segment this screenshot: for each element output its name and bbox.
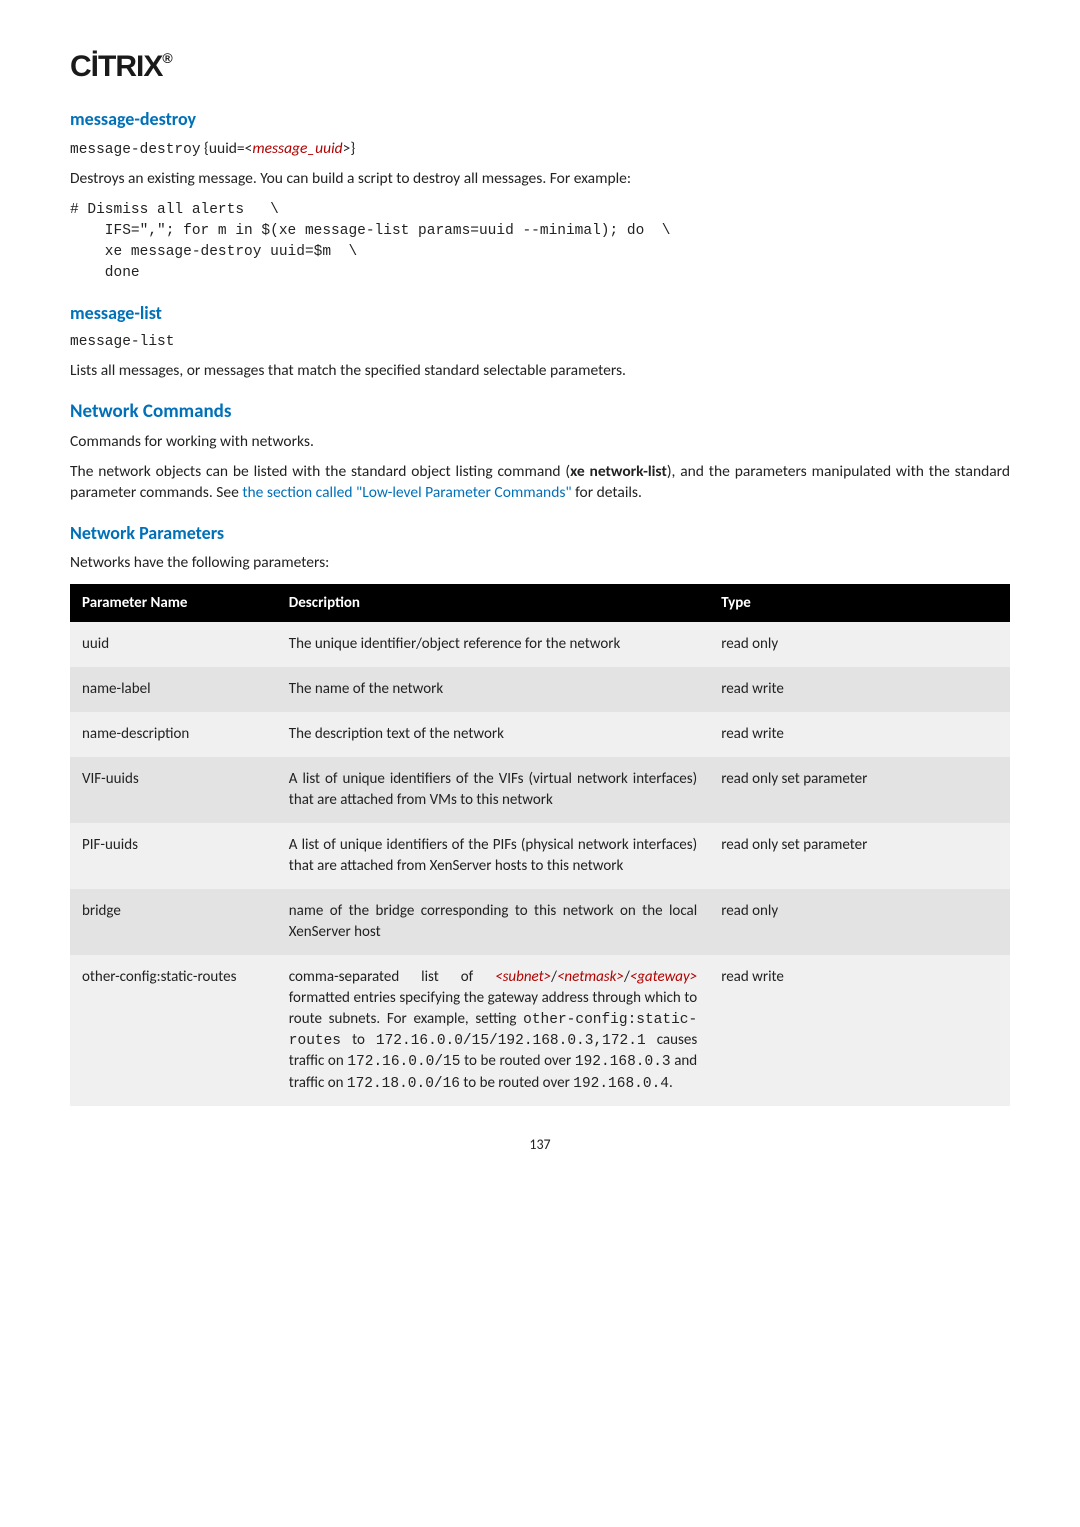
cell-desc: The unique identifier/object reference f… (277, 622, 709, 667)
page-container: CİTRIX® message-destroy message-destroy … (0, 0, 1080, 1183)
cell-name: VIF-uuids (70, 757, 277, 823)
table-row: bridge name of the bridge corresponding … (70, 889, 1010, 955)
network-commands-description: Commands for working with networks. (70, 431, 1010, 453)
message-destroy-codeblock: # Dismiss all alerts \ IFS=","; for m in… (70, 200, 1010, 284)
header-type: Type (709, 584, 1010, 622)
message-list-command: message-list (70, 332, 1010, 352)
page-number: 137 (70, 1136, 1010, 1153)
cell-desc: A list of unique identifiers of the VIFs… (277, 757, 709, 823)
table-row: PIF-uuids A list of unique identifiers o… (70, 823, 1010, 889)
table-row: name-label The name of the network read … (70, 667, 1010, 712)
cell-type: read only set parameter (709, 757, 1010, 823)
cell-type: read only (709, 622, 1010, 667)
cell-name: PIF-uuids (70, 823, 277, 889)
table-row: uuid The unique identifier/object refere… (70, 622, 1010, 667)
param-netmask: <netmask> (557, 968, 624, 986)
cell-type: read write (709, 955, 1010, 1106)
cell-name: uuid (70, 622, 277, 667)
cell-type: read write (709, 712, 1010, 757)
bold-xe-network-list: xe network-list (570, 462, 667, 481)
cell-name: other-config:static-routes (70, 955, 277, 1106)
table-row: name-description The description text of… (70, 712, 1010, 757)
network-parameters-table: Parameter Name Description Type uuid The… (70, 584, 1010, 1106)
table-row: VIF-uuids A list of unique identifiers o… (70, 757, 1010, 823)
network-parameters-description: Networks have the following parameters: (70, 552, 1010, 574)
message-list-description: Lists all messages, or messages that mat… (70, 360, 1010, 382)
heading-network-commands: Network Commands (70, 400, 1010, 423)
cell-type: read write (709, 667, 1010, 712)
heading-message-destroy: message-destroy (70, 108, 1010, 130)
message-destroy-description: Destroys an existing message. You can bu… (70, 168, 1010, 190)
header-description: Description (277, 584, 709, 622)
cell-desc: name of the bridge corresponding to this… (277, 889, 709, 955)
param-gateway: <gateway> (630, 968, 697, 986)
cmd-text: message-destroy (70, 142, 201, 158)
cell-type: read only set parameter (709, 823, 1010, 889)
cell-desc: The name of the network (277, 667, 709, 712)
link-low-level-parameter-commands[interactable]: the section called "Low-level Parameter … (242, 483, 571, 502)
cell-name: name-label (70, 667, 277, 712)
cell-desc: The description text of the network (277, 712, 709, 757)
cell-type: read only (709, 889, 1010, 955)
table-header-row: Parameter Name Description Type (70, 584, 1010, 622)
logo-trademark: ® (162, 50, 171, 66)
table-row: other-config:static-routes comma-separat… (70, 955, 1010, 1106)
cell-name: name-description (70, 712, 277, 757)
cell-desc: A list of unique identifiers of the PIFs… (277, 823, 709, 889)
param-message-uuid: message_uuid (252, 139, 342, 158)
logo-text: CİTRIX (70, 50, 162, 83)
cell-desc: comma-separated list of <subnet>/<netmas… (277, 955, 709, 1106)
header-parameter-name: Parameter Name (70, 584, 277, 622)
network-commands-paragraph2: The network objects can be listed with t… (70, 461, 1010, 504)
message-destroy-command: message-destroy {uuid=<message_uuid>} (70, 138, 1010, 160)
heading-network-parameters: Network Parameters (70, 522, 1010, 544)
heading-message-list: message-list (70, 302, 1010, 324)
param-subnet: <subnet> (495, 968, 551, 986)
citrix-logo: CİTRIX® (70, 50, 1010, 84)
cell-name: bridge (70, 889, 277, 955)
